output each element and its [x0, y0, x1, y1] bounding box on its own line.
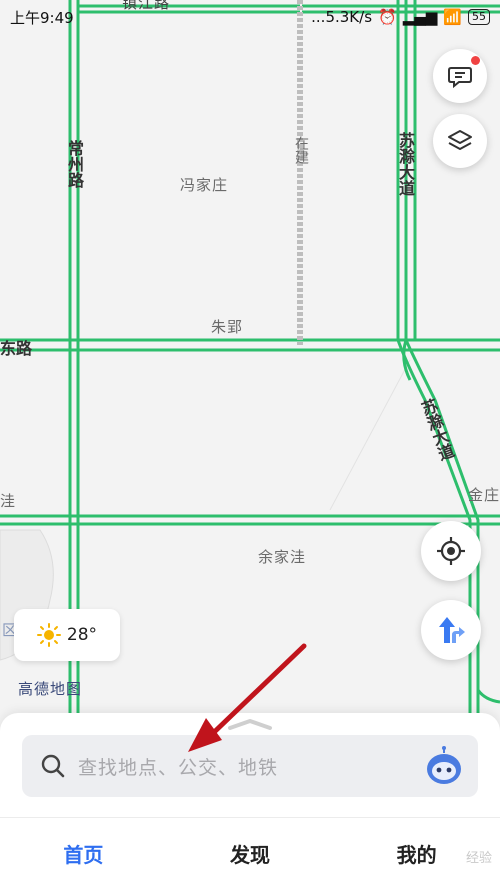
layers-icon — [448, 130, 472, 150]
status-bar: 上午9:49 ...5.3K/s ⏰ ▂▄▆ 📶 55 — [0, 0, 500, 34]
road-label: 镇江路 — [122, 0, 171, 12]
bottom-tab-bar: 首页 发现 我的 — [0, 818, 500, 888]
route-arrow-icon — [439, 617, 465, 643]
status-time: 上午9:49 — [10, 8, 74, 27]
tab-home[interactable]: 首页 — [0, 818, 167, 888]
place-label: 朱郢 — [211, 318, 244, 336]
battery-icon: 55 — [468, 9, 490, 25]
brand-logo: 高德地图 — [18, 680, 83, 698]
wifi-icon: 📶 — [443, 8, 462, 26]
watermark: 经验 — [465, 851, 492, 866]
messages-button[interactable] — [433, 49, 487, 103]
voice-assistant-icon[interactable] — [422, 744, 466, 788]
tab-discover[interactable]: 发现 — [167, 818, 334, 888]
weather-widget[interactable]: 28° — [14, 609, 120, 661]
search-placeholder: 查找地点、公交、地铁 — [78, 756, 279, 779]
layers-button[interactable] — [433, 114, 487, 168]
road-label: 东路 — [0, 339, 33, 358]
signal-icon: ▂▄▆ — [402, 8, 438, 26]
place-label: 金庄 — [468, 486, 500, 504]
road-label: 在建 — [293, 136, 309, 164]
road-label: 洼 — [0, 492, 17, 510]
network-speed: ...5.3K/s — [311, 8, 373, 26]
place-label: 余家洼 — [258, 548, 307, 566]
weather-temperature: 28° — [66, 625, 98, 645]
crosshair-icon — [437, 537, 465, 565]
chat-bubble-icon — [448, 67, 472, 89]
road-label: 苏滁大道 — [396, 132, 415, 196]
search-icon — [41, 754, 65, 778]
search-input[interactable]: 查找地点、公交、地铁 — [22, 735, 478, 797]
locate-button[interactable] — [421, 521, 481, 581]
road-label: 常州路 — [65, 140, 84, 188]
drag-handle[interactable] — [226, 717, 274, 731]
notification-dot — [471, 56, 480, 65]
bottom-panel: 查找地点、公交、地铁 首页 发现 我的 经验 — [0, 713, 500, 888]
route-button[interactable] — [421, 600, 481, 660]
sun-icon — [36, 623, 61, 647]
alarm-icon: ⏰ — [378, 8, 397, 26]
place-label: 冯家庄 — [180, 176, 229, 194]
status-icons: ...5.3K/s ⏰ ▂▄▆ 📶 55 — [311, 8, 490, 26]
